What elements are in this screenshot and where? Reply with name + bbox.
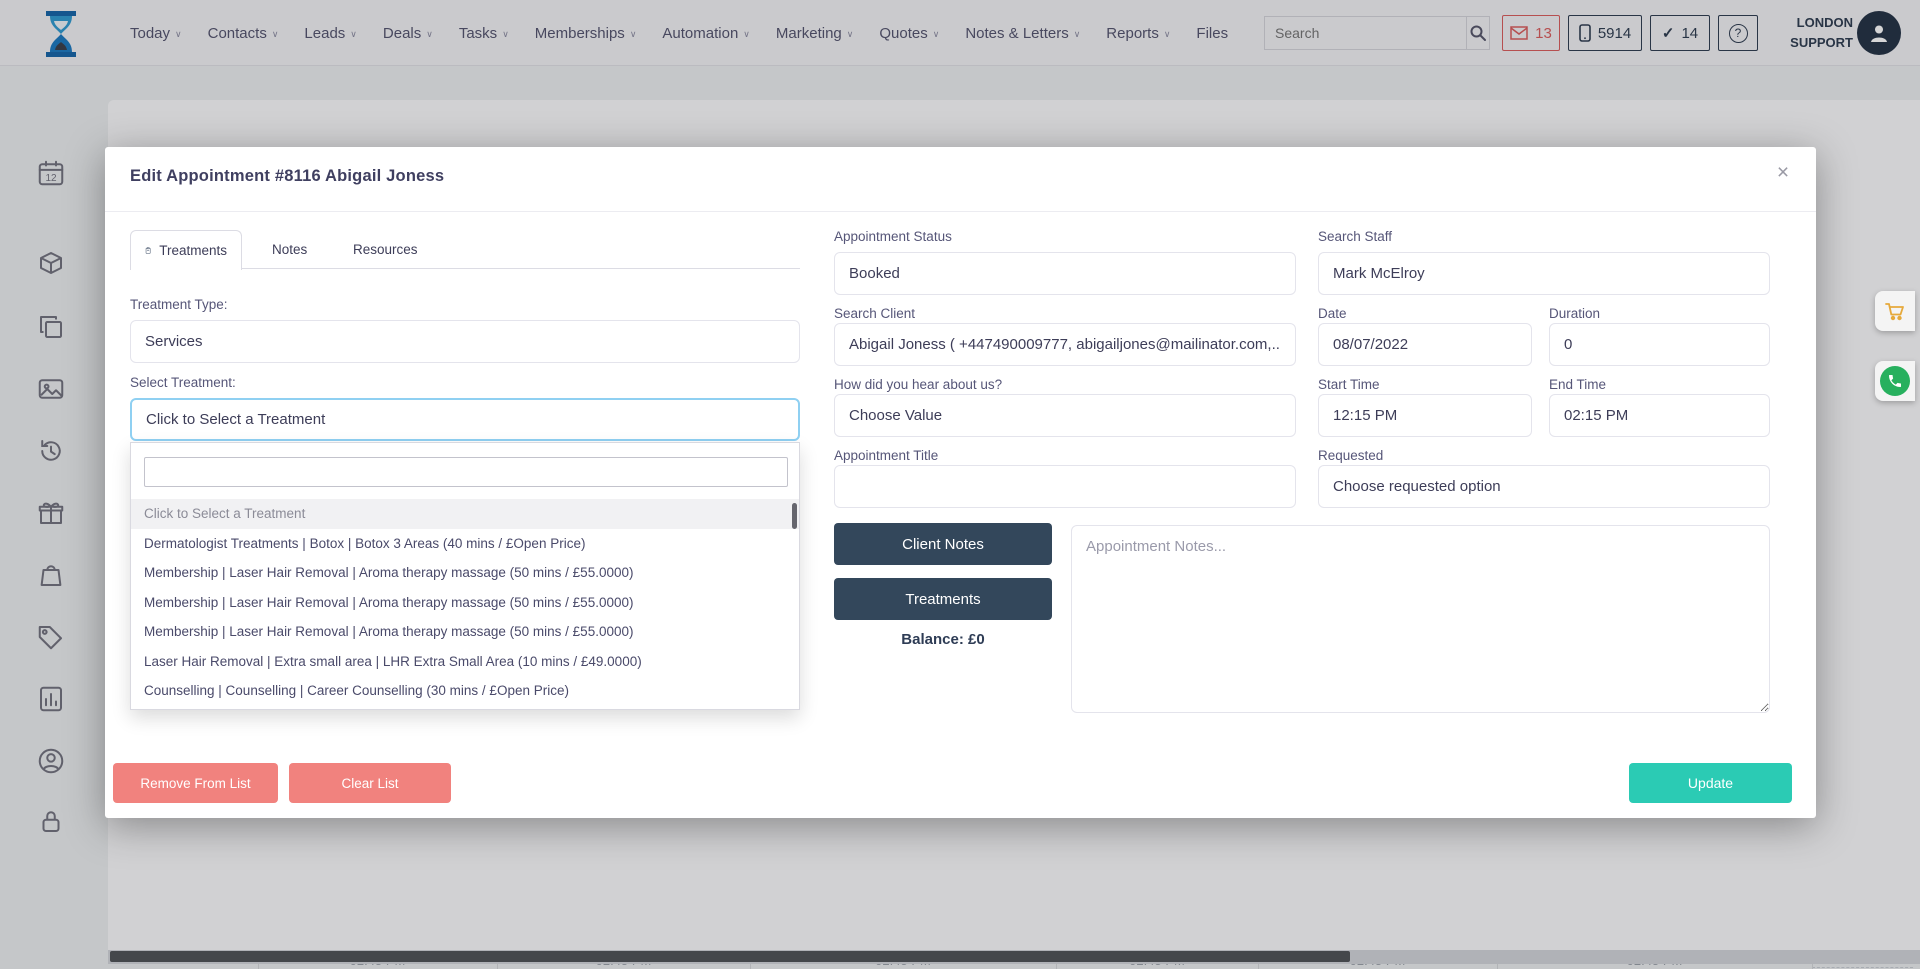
screen: Today∨ Contacts∨ Leads∨ Deals∨ Tasks∨ Me…	[0, 0, 1920, 969]
phone-icon	[1887, 373, 1903, 389]
appointment-status-label: Appointment Status	[834, 229, 952, 244]
hear-about-us-label: How did you hear about us?	[834, 377, 1002, 392]
select-treatment-label: Select Treatment:	[130, 375, 236, 390]
end-time-input[interactable]	[1549, 394, 1770, 437]
tab-treatments[interactable]: Treatments	[130, 230, 242, 270]
treatment-options-list: Click to Select a Treatment Dermatologis…	[131, 499, 800, 706]
clipboard-icon	[145, 242, 151, 259]
phone-float-button[interactable]	[1875, 361, 1915, 401]
balance-text: Balance: £0	[834, 631, 1052, 648]
remove-from-list-button[interactable]: Remove From List	[113, 763, 278, 803]
requested-select[interactable]	[1318, 465, 1770, 508]
cart-icon	[1883, 299, 1907, 323]
tab-notes[interactable]: Notes	[250, 230, 316, 269]
close-icon[interactable]: ×	[1771, 161, 1795, 185]
treatment-type-label: Treatment Type:	[130, 297, 228, 312]
appointment-notes-textarea[interactable]	[1071, 525, 1770, 713]
treatment-option-placeholder[interactable]: Click to Select a Treatment	[131, 499, 800, 529]
treatment-option[interactable]: Laser Hair Removal | Extra small area | …	[131, 647, 800, 677]
end-time-label: End Time	[1549, 377, 1606, 392]
dropdown-search-input[interactable]	[144, 457, 788, 487]
treatment-option[interactable]: Membership | Laser Hair Removal | Aroma …	[131, 617, 800, 647]
dropdown-scrollbar-thumb[interactable]	[792, 503, 797, 529]
appointment-status-select[interactable]	[834, 252, 1296, 295]
start-time-label: Start Time	[1318, 377, 1380, 392]
start-time-input[interactable]	[1318, 394, 1532, 437]
search-staff-label: Search Staff	[1318, 229, 1392, 244]
client-notes-button[interactable]: Client Notes	[834, 523, 1052, 565]
treatment-dropdown: Click to Select a Treatment Dermatologis…	[130, 442, 800, 710]
search-staff-input[interactable]	[1318, 252, 1770, 295]
requested-label: Requested	[1318, 448, 1383, 463]
cart-float-button[interactable]	[1875, 291, 1915, 331]
appointment-title-input[interactable]	[834, 465, 1296, 508]
treatment-type-select[interactable]	[130, 320, 800, 363]
clear-list-button[interactable]: Clear List	[289, 763, 451, 803]
search-client-label: Search Client	[834, 306, 915, 321]
divider	[105, 211, 1816, 212]
treatments-button[interactable]: Treatments	[834, 578, 1052, 620]
duration-label: Duration	[1549, 306, 1600, 321]
tab-resources[interactable]: Resources	[331, 230, 431, 269]
edit-appointment-modal: Edit Appointment #8116 Abigail Joness × …	[105, 147, 1816, 818]
treatment-option[interactable]: Membership | Laser Hair Removal | Aroma …	[131, 588, 800, 618]
treatment-option[interactable]: Dermatologist Treatments | Botox | Botox…	[131, 529, 800, 559]
search-client-input[interactable]	[834, 323, 1296, 366]
select-treatment-select[interactable]	[130, 398, 800, 441]
hear-about-us-select[interactable]	[834, 394, 1296, 437]
treatment-option[interactable]: Membership | Laser Hair Removal | Aroma …	[131, 558, 800, 588]
date-input[interactable]	[1318, 323, 1532, 366]
update-button[interactable]: Update	[1629, 763, 1792, 803]
treatment-option[interactable]: Counselling | Counselling | Career Couns…	[131, 676, 800, 706]
appointment-title-label: Appointment Title	[834, 448, 938, 463]
modal-title: Edit Appointment #8116 Abigail Joness	[130, 167, 444, 186]
date-label: Date	[1318, 306, 1347, 321]
duration-input[interactable]	[1549, 323, 1770, 366]
